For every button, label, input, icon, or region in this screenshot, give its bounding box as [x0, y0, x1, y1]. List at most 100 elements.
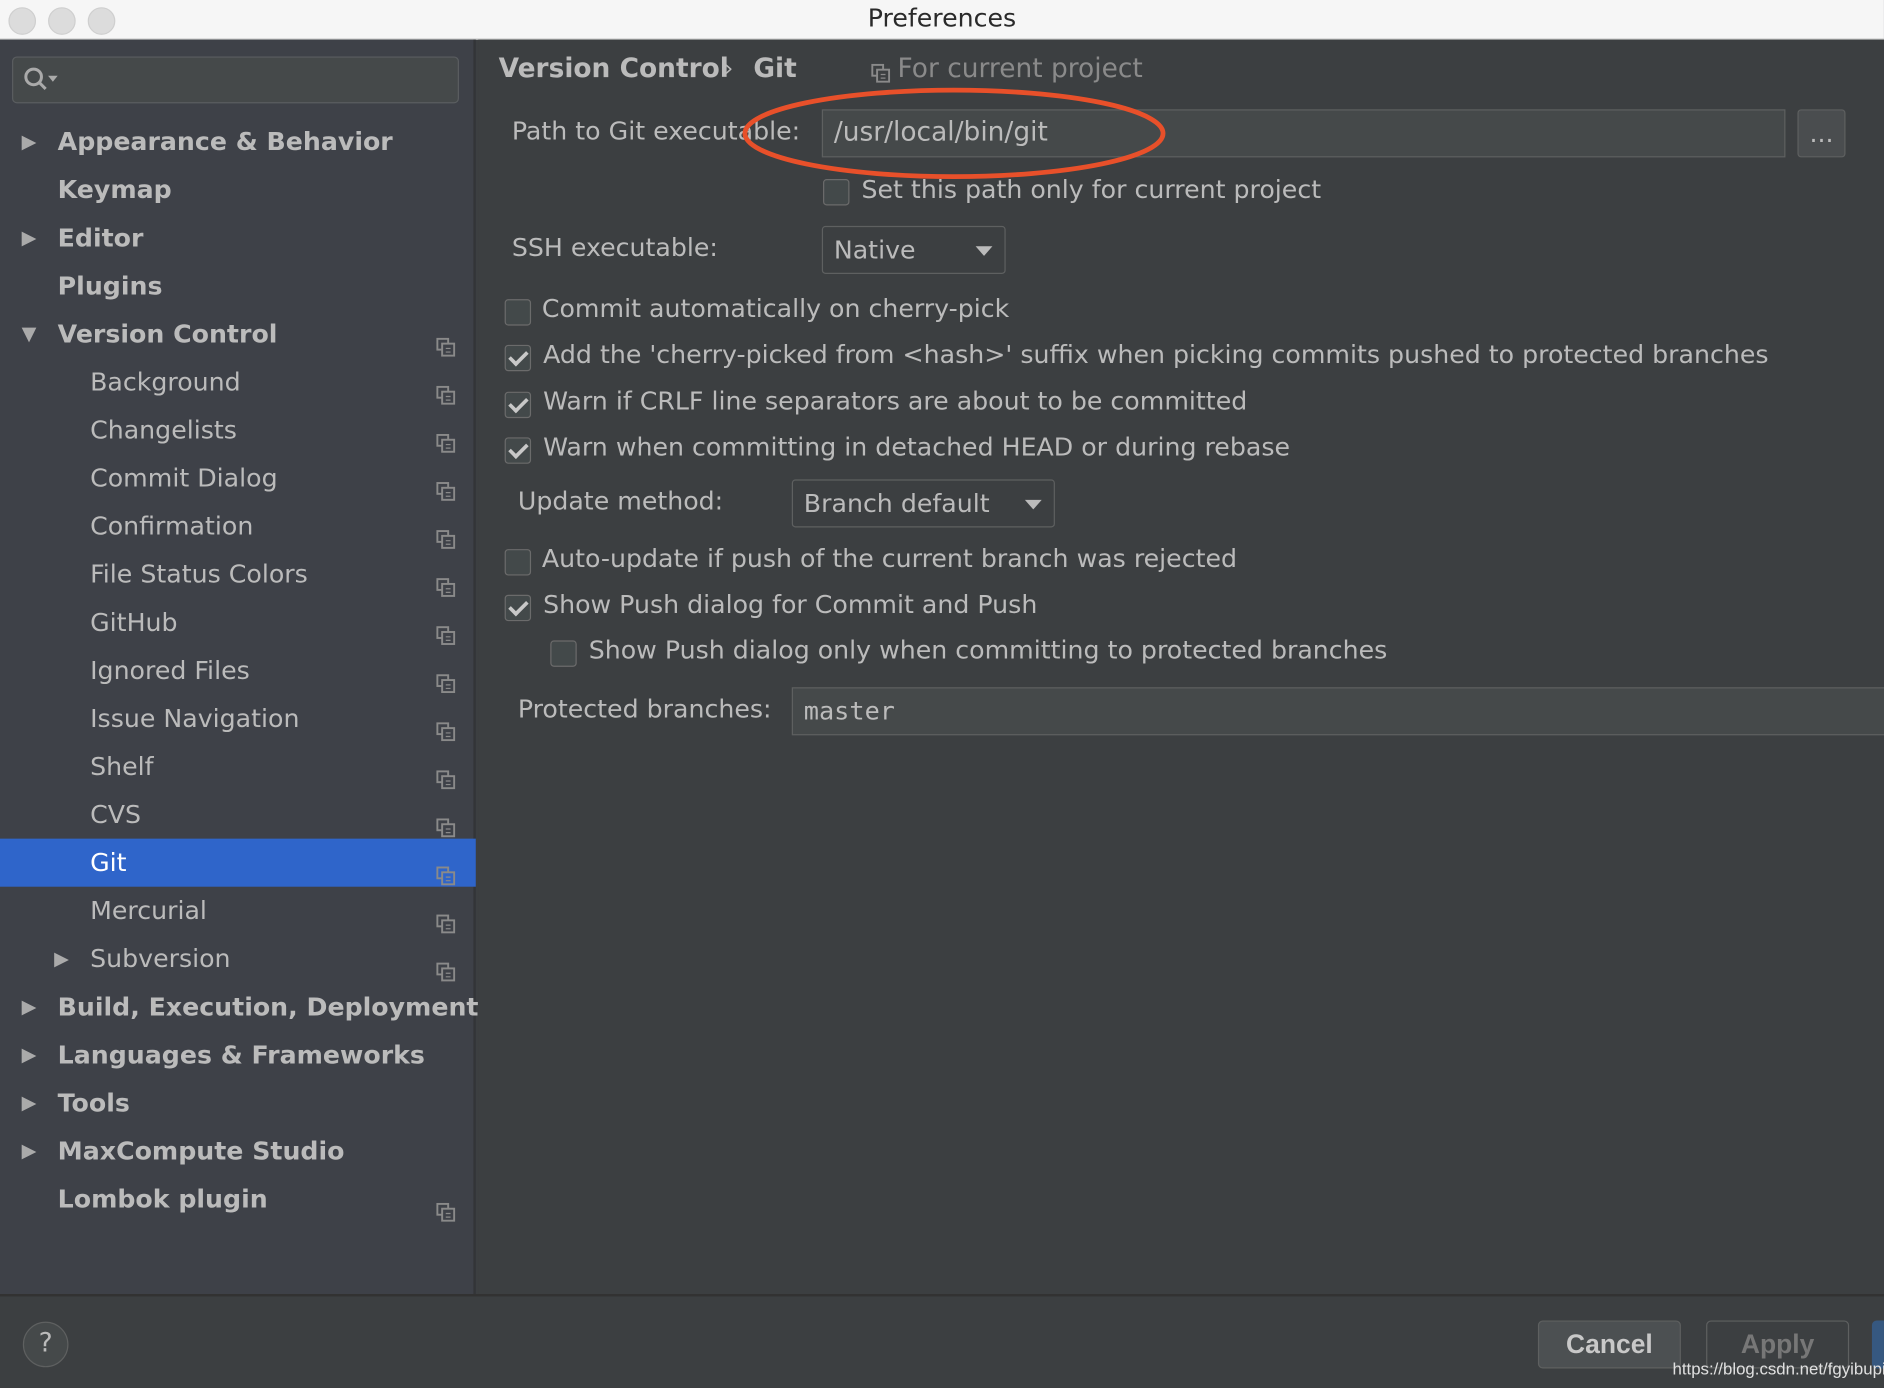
chevron-down-icon: [1024, 499, 1042, 510]
expand-right-icon[interactable]: ▶: [54, 935, 69, 983]
sidebar-item-label: Issue Navigation: [90, 704, 300, 733]
project-scope-icon: [436, 709, 456, 742]
sidebar-item-editor[interactable]: ▶ Editor: [0, 214, 476, 262]
settings-sidebar: ▶ Appearance & Behavior Keymap ▶ Editor Plugi…: [0, 39, 479, 1295]
sidebar-item-plugins[interactable]: Plugins: [0, 262, 476, 310]
sidebar-item-label: Mercurial: [90, 896, 207, 926]
sidebar-item-subversion[interactable]: ▶ Subversion: [0, 935, 476, 983]
sidebar-item-label: Appearance & Behavior: [57, 127, 393, 157]
project-scope-icon: [436, 757, 456, 790]
sidebar-item-languages-frameworks[interactable]: ▶ Languages & Frameworks: [0, 1031, 476, 1079]
project-scope-icon: [436, 469, 456, 501]
project-scope-icon: [436, 324, 456, 357]
git-path-input[interactable]: /usr/local/bin/git: [821, 109, 1786, 158]
ssh-executable-select[interactable]: Native: [821, 225, 1006, 274]
project-scope-icon: [436, 565, 456, 597]
watermark: https://blog.csdn.net/fgyibupi: [1672, 1358, 1884, 1379]
sidebar-item-label: Tools: [57, 1088, 130, 1118]
sidebar-item-git[interactable]: Git: [0, 838, 476, 887]
dialog-footer: ? Cancel Apply https://blog.csdn.net/fgy…: [0, 1294, 1884, 1388]
breadcrumb-current: Git: [753, 54, 797, 85]
sidebar-item-label: CVS: [90, 800, 142, 830]
project-scope-icon: [871, 63, 891, 83]
sidebar-item-cvs[interactable]: CVS: [0, 791, 476, 839]
git-option-label: Commit automatically on cherry-pick: [541, 294, 1010, 324]
sidebar-item-label: Ignored Files: [90, 656, 250, 685]
update-method-select[interactable]: Branch default: [791, 479, 1055, 528]
sidebar-item-label: File Status Colors: [90, 559, 308, 589]
project-scope-icon: [436, 1189, 456, 1222]
browse-button[interactable]: ...: [1797, 109, 1846, 158]
expand-right-icon[interactable]: ▶: [22, 1031, 37, 1079]
sidebar-item-label: Commit Dialog: [90, 463, 278, 493]
cancel-button[interactable]: Cancel: [1537, 1320, 1681, 1369]
show-push-dialog-checkbox[interactable]: [504, 594, 532, 622]
sidebar-item-build-execution-deployment[interactable]: ▶ Build, Execution, Deployment: [0, 983, 479, 1031]
sidebar-item-maxcompute-studio[interactable]: ▶ MaxCompute Studio: [0, 1127, 476, 1175]
help-button[interactable]: ?: [22, 1321, 69, 1368]
expand-down-icon[interactable]: ▼: [22, 310, 37, 358]
breadcrumb-separator: ›: [724, 56, 734, 82]
update-method-label: Update method:: [517, 486, 724, 516]
sidebar-item-tools[interactable]: ▶ Tools: [0, 1079, 476, 1127]
sidebar-item-github[interactable]: GitHub: [0, 598, 476, 646]
auto-update-label: Auto-update if push of the current branc…: [541, 544, 1238, 574]
project-scope-icon: [436, 661, 456, 694]
scope-label: For current project: [897, 54, 1143, 85]
window-title: Preferences: [867, 3, 1017, 33]
sidebar-item-issue-navigation[interactable]: Issue Navigation: [0, 694, 476, 742]
sidebar-item-keymap[interactable]: Keymap: [0, 166, 476, 214]
sidebar-item-label: Plugins: [57, 271, 163, 301]
sidebar-item-file-status-colors[interactable]: File Status Colors: [0, 550, 476, 598]
sidebar-item-background[interactable]: Background: [0, 358, 476, 406]
expand-right-icon[interactable]: ▶: [22, 1127, 37, 1175]
protected-branches-input[interactable]: master: [791, 687, 1884, 736]
git-path-label: Path to Git executable:: [511, 116, 801, 146]
git-option-checkbox[interactable]: [504, 345, 532, 372]
project-scope-icon: [436, 372, 456, 405]
expand-right-icon[interactable]: ▶: [22, 983, 37, 1031]
sidebar-item-appearance-behavior[interactable]: ▶ Appearance & Behavior: [0, 118, 476, 166]
breadcrumb-parent[interactable]: Version Control: [499, 54, 729, 84]
expand-right-icon[interactable]: ▶: [22, 1079, 37, 1127]
project-scope-icon: [436, 805, 456, 838]
sidebar-item-label: Languages & Frameworks: [57, 1040, 425, 1070]
sidebar-item-shelf[interactable]: Shelf: [0, 743, 476, 791]
settings-search-input[interactable]: [12, 56, 459, 104]
ssh-value: Native: [833, 235, 916, 265]
sidebar-item-lombok-plugin[interactable]: Lombok plugin: [0, 1175, 476, 1223]
sidebar-item-label: Shelf: [90, 752, 154, 781]
sidebar-item-label: MaxCompute Studio: [57, 1136, 345, 1166]
sidebar-item-label: Editor: [57, 223, 144, 253]
expand-right-icon[interactable]: ▶: [22, 214, 37, 262]
auto-update-checkbox[interactable]: [504, 549, 532, 576]
search-icon: [24, 67, 58, 90]
update-method-value: Branch default: [803, 489, 990, 518]
sidebar-item-mercurial[interactable]: Mercurial: [0, 887, 476, 935]
sidebar-item-label: Lombok plugin: [57, 1184, 268, 1214]
sidebar-item-version-control[interactable]: ▼ Version Control: [0, 310, 476, 358]
git-option-checkbox[interactable]: [504, 299, 532, 326]
protected-branches-label: Protected branches:: [517, 694, 772, 724]
project-scope-icon: [436, 949, 456, 982]
sidebar-item-changelists[interactable]: Changelists: [0, 406, 476, 454]
sidebar-item-label: Git: [90, 848, 127, 878]
project-scope-icon: [436, 517, 456, 549]
sidebar-item-label: Build, Execution, Deployment: [57, 992, 479, 1022]
git-option-label: Warn if CRLF line separators are about t…: [543, 386, 1248, 416]
project-scope-icon: [436, 613, 456, 645]
sidebar-item-ignored-files[interactable]: Ignored Files: [0, 646, 476, 694]
show-push-dialog-label: Show Push dialog for Commit and Push: [543, 589, 1038, 619]
expand-right-icon[interactable]: ▶: [22, 118, 37, 166]
chevron-down-icon: [975, 246, 993, 256]
sidebar-item-label: Background: [90, 367, 241, 397]
show-push-protected-checkbox[interactable]: [550, 640, 577, 667]
git-option-checkbox[interactable]: [504, 437, 532, 464]
sidebar-item-commit-dialog[interactable]: Commit Dialog: [0, 454, 476, 502]
sidebar-item-confirmation[interactable]: Confirmation: [0, 502, 476, 550]
current-project-only-label: Set this path only for current project: [861, 175, 1322, 205]
project-scope-icon: [436, 901, 456, 934]
sidebar-item-label: Changelists: [90, 415, 237, 445]
current-project-only-checkbox[interactable]: [823, 179, 850, 206]
git-option-checkbox[interactable]: [504, 391, 532, 418]
